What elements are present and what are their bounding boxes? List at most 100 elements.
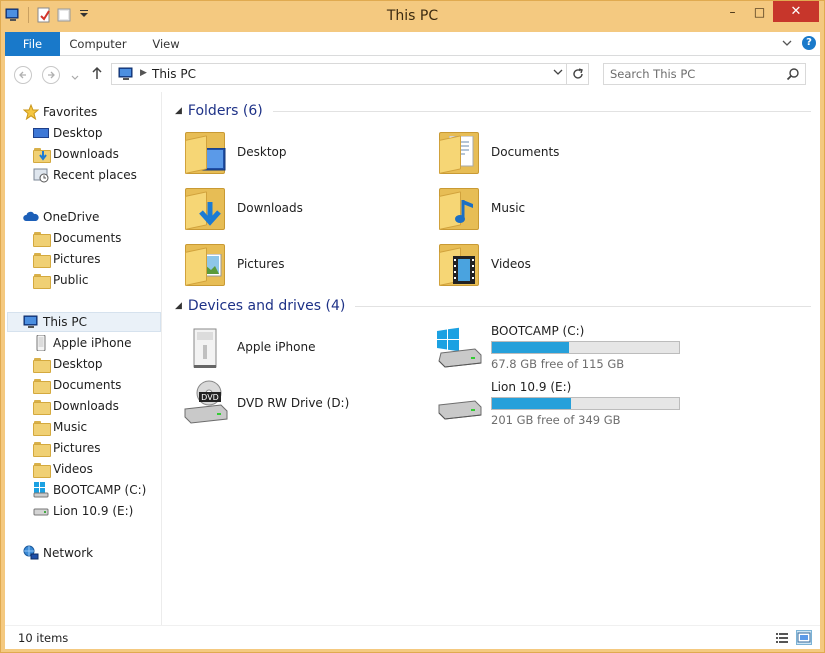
large-icons-view-button[interactable] — [796, 630, 812, 645]
nav-item-label: Desktop — [53, 357, 103, 371]
documents-folder-icon — [435, 128, 483, 176]
nav-onedrive-documents[interactable]: Documents — [33, 228, 121, 248]
drive-name: Lion 10.9 (E:) — [491, 379, 572, 394]
explorer-window: This PC – □ ✕ File Computer View ? ▶ Thi… — [0, 0, 825, 653]
refresh-icon — [572, 68, 583, 79]
downloads-folder-icon — [181, 184, 229, 232]
up-arrow-icon[interactable] — [91, 66, 103, 83]
help-icon[interactable]: ? — [802, 36, 816, 50]
this-pc-icon — [23, 314, 39, 330]
windows-drive-icon — [33, 482, 49, 498]
dvd-drive-icon: DVD — [181, 379, 229, 427]
nav-onedrive-public[interactable]: Public — [33, 270, 89, 290]
nav-thispc-music[interactable]: Music — [33, 417, 87, 437]
folder-tile-documents[interactable]: Documents — [435, 125, 559, 179]
search-icon[interactable] — [786, 67, 800, 84]
nav-item-label: BOOTCAMP (C:) — [53, 483, 147, 497]
star-icon — [22, 103, 40, 121]
expand-ribbon-chevron-icon[interactable] — [782, 36, 792, 50]
close-button[interactable]: ✕ — [773, 1, 819, 22]
folder-tile-downloads[interactable]: Downloads — [181, 181, 303, 235]
nav-favorites[interactable]: Favorites — [22, 102, 97, 122]
drive-free-space: 201 GB free of 349 GB — [491, 412, 621, 427]
nav-this-pc[interactable]: This PC — [7, 312, 161, 332]
nav-this-pc-label: This PC — [43, 315, 87, 329]
nav-thispc-documents[interactable]: Documents — [33, 375, 121, 395]
search-box[interactable] — [603, 63, 806, 85]
nav-onedrive-pictures[interactable]: Pictures — [33, 249, 101, 269]
refresh-button[interactable] — [567, 63, 589, 85]
folder-icon — [33, 272, 51, 289]
tab-view[interactable]: View — [143, 32, 189, 56]
nav-thispc-lion[interactable]: Lion 10.9 (E:) — [33, 501, 133, 521]
large-icons-view-icon — [797, 632, 811, 643]
devices-group-header[interactable]: ◢ Devices and drives (4) — [175, 296, 811, 316]
folders-group-header[interactable]: ◢ Folders (6) — [175, 101, 811, 121]
breadcrumb-this-pc[interactable]: This PC — [152, 67, 196, 81]
nav-favorites-recent-places[interactable]: Recent places — [33, 165, 137, 185]
svg-text:DVD: DVD — [201, 393, 219, 402]
tab-computer[interactable]: Computer — [65, 32, 131, 56]
pictures-folder-icon — [181, 240, 229, 288]
nav-thispc-apple-iphone[interactable]: Apple iPhone — [33, 333, 131, 353]
nav-network-label: Network — [43, 546, 94, 560]
nav-item-label: Lion 10.9 (E:) — [53, 504, 134, 518]
nav-item-label: Desktop — [53, 126, 103, 140]
address-row: ▶ This PC — [5, 56, 820, 92]
maximize-button[interactable]: □ — [746, 1, 773, 22]
folder-tile-desktop[interactable]: Desktop — [181, 125, 287, 179]
nav-item-label: Documents — [53, 378, 122, 392]
nav-thispc-downloads[interactable]: Downloads — [33, 396, 119, 416]
back-button[interactable] — [14, 66, 32, 84]
device-tile-dvd-rw-drive[interactable]: DVD DVD RW Drive (D:) — [181, 376, 349, 430]
tile-label: Videos — [491, 257, 531, 271]
devices-header-label: Devices and drives (4) — [187, 298, 346, 314]
nav-thispc-pictures[interactable]: Pictures — [33, 438, 101, 458]
drive-icon — [435, 379, 483, 427]
navigation-pane[interactable]: Favorites Desktop Downloads Recent place… — [5, 92, 162, 625]
folder-tile-pictures[interactable]: Pictures — [181, 237, 285, 291]
breadcrumb-separator-icon[interactable]: ▶ — [140, 68, 147, 78]
content-pane[interactable]: ◢ Folders (6) Desktop Documents Download… — [175, 92, 811, 625]
drive-tile-lion[interactable]: Lion 10.9 (E:) 201 GB free of 349 GB — [435, 376, 680, 430]
this-pc-icon — [116, 67, 136, 84]
tab-file[interactable]: File — [5, 32, 60, 56]
nav-favorites-desktop[interactable]: Desktop — [33, 123, 103, 143]
drive-usage-fill — [492, 341, 569, 353]
nav-network[interactable]: Network — [23, 543, 93, 563]
drive-tile-bootcamp[interactable]: BOOTCAMP (C:) 67.8 GB free of 115 GB — [435, 320, 680, 374]
drive-free-space: 67.8 GB free of 115 GB — [491, 356, 625, 371]
title-bar[interactable]: This PC – □ ✕ — [1, 1, 824, 32]
collapse-chevron-icon[interactable]: ◢ — [175, 301, 182, 311]
nav-item-label: Documents — [53, 231, 122, 245]
nav-item-label: Pictures — [53, 252, 101, 266]
search-input[interactable] — [610, 67, 780, 81]
folder-icon — [33, 461, 51, 478]
window-controls: – □ ✕ — [719, 1, 819, 22]
nav-item-label: Apple iPhone — [53, 336, 132, 350]
nav-thispc-bootcamp[interactable]: BOOTCAMP (C:) — [33, 480, 146, 500]
nav-favorites-downloads[interactable]: Downloads — [33, 144, 119, 164]
drive-name: BOOTCAMP (C:) — [491, 323, 585, 338]
nav-thispc-desktop[interactable]: Desktop — [33, 354, 103, 374]
tile-label: Music — [491, 201, 526, 215]
minimize-button[interactable]: – — [719, 1, 746, 22]
device-tile-apple-iphone[interactable]: Apple iPhone — [181, 320, 315, 374]
folder-tile-videos[interactable]: Videos — [435, 237, 531, 291]
ribbon-right-controls: ? — [782, 36, 816, 50]
nav-thispc-videos[interactable]: Videos — [33, 459, 93, 479]
details-view-button[interactable] — [774, 630, 790, 645]
main-area: Favorites Desktop Downloads Recent place… — [5, 92, 820, 625]
folder-tile-music[interactable]: Music — [435, 181, 525, 235]
group-divider — [355, 305, 811, 307]
nav-item-label: Pictures — [53, 441, 101, 455]
tile-label: Downloads — [237, 201, 303, 215]
recent-locations-chevron-icon[interactable] — [71, 70, 79, 84]
collapse-chevron-icon[interactable]: ◢ — [175, 106, 182, 116]
forward-arrow-icon — [48, 71, 55, 79]
nav-onedrive[interactable]: OneDrive — [23, 207, 99, 227]
address-bar[interactable]: ▶ This PC — [111, 63, 567, 85]
onedrive-cloud-icon — [23, 209, 39, 225]
forward-button[interactable] — [42, 66, 60, 84]
address-dropdown-chevron-icon[interactable] — [553, 68, 563, 79]
